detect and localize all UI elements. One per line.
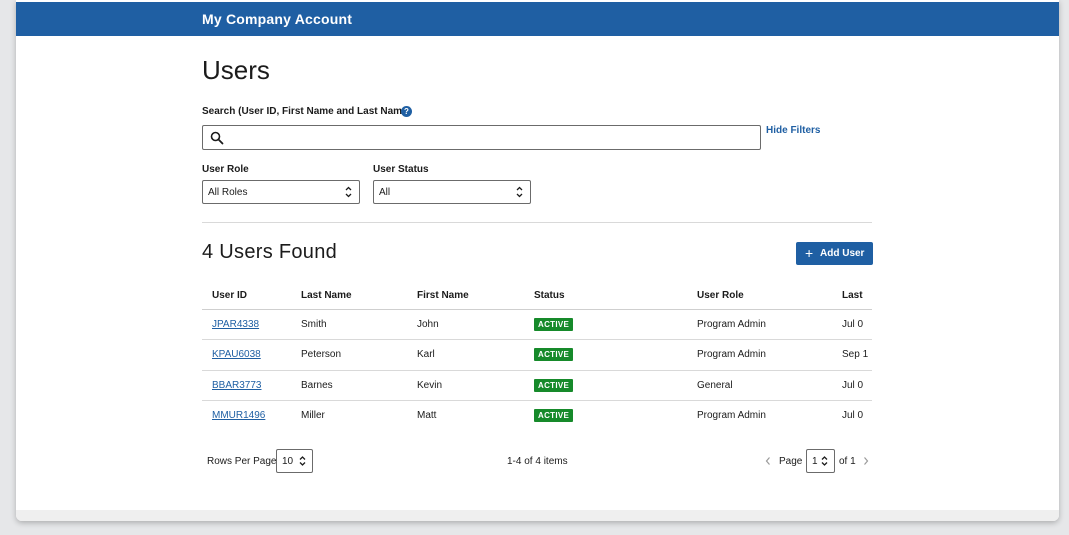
hide-filters-link[interactable]: Hide Filters (766, 125, 820, 136)
user-id-link[interactable]: MMUR1496 (212, 410, 265, 421)
user-role-selected: All Roles (208, 187, 248, 198)
table-row: MMUR1496 Miller Matt ACTIVE Program Admi… (202, 400, 872, 431)
search-icon (210, 131, 224, 145)
table-row: BBAR3773 Barnes Kevin ACTIVE General Jul… (202, 370, 872, 401)
first-name-cell: John (417, 309, 534, 340)
app-window: My Company Account Users Search (User ID… (16, 0, 1059, 521)
select-arrows-icon (345, 186, 352, 198)
users-found-heading: 4 Users Found (202, 241, 338, 263)
last-name-cell: Smith (301, 309, 417, 340)
last-name-cell: Barnes (301, 370, 417, 401)
plus-icon: + (805, 245, 814, 261)
rows-per-page-label: Rows Per Page (207, 456, 277, 467)
user-status-label: User Status (373, 164, 429, 175)
column-header-status[interactable]: Status (534, 283, 697, 310)
user-role-cell: Program Admin (697, 309, 842, 340)
company-account-title: My Company Account (202, 11, 353, 27)
column-header-user-id[interactable]: User ID (202, 283, 301, 310)
page-select[interactable]: 1 (806, 449, 835, 473)
user-role-cell: Program Admin (697, 339, 842, 371)
status-badge: ACTIVE (534, 348, 574, 362)
table-row: KPAU6038 Peterson Karl ACTIVE Program Ad… (202, 339, 872, 371)
window-footer (16, 510, 1059, 521)
table-header-row: User ID Last Name First Name Status User… (202, 283, 872, 310)
rows-per-page-select[interactable]: 10 (276, 449, 313, 473)
user-status-select[interactable]: All (373, 180, 531, 204)
user-id-link[interactable]: BBAR3773 (212, 380, 261, 391)
status-badge: ACTIVE (534, 317, 574, 331)
table-row: JPAR4338 Smith John ACTIVE Program Admin… (202, 309, 872, 340)
search-label: Search (User ID, First Name and Last Nam… (202, 106, 411, 117)
items-summary: 1-4 of 4 items (507, 456, 568, 467)
last-login-cell: Jul 0 (842, 309, 872, 340)
add-user-button[interactable]: + Add User (796, 242, 873, 265)
first-name-cell: Karl (417, 339, 534, 371)
current-page-value: 1 (812, 456, 818, 467)
user-status-selected: All (379, 187, 391, 198)
column-header-user-role[interactable]: User Role (697, 283, 842, 310)
chevron-right-icon[interactable] (862, 456, 870, 466)
chevron-left-icon[interactable] (764, 456, 772, 466)
last-name-cell: Miller (301, 400, 417, 431)
status-badge: ACTIVE (534, 409, 574, 423)
user-role-cell: General (697, 370, 842, 401)
first-name-cell: Matt (417, 400, 534, 431)
add-user-label: Add User (820, 248, 865, 259)
search-input[interactable] (229, 128, 754, 147)
rows-per-page-value: 10 (282, 456, 294, 467)
column-header-last-name[interactable]: Last Name (301, 283, 417, 310)
user-id-link[interactable]: JPAR4338 (212, 319, 259, 330)
user-role-select[interactable]: All Roles (202, 180, 360, 204)
last-login-cell: Sep 1 (842, 339, 872, 371)
page-total: of 1 (839, 456, 856, 467)
last-login-cell: Jul 0 (842, 370, 872, 401)
user-id-link[interactable]: KPAU6038 (212, 349, 261, 360)
section-divider (202, 222, 872, 223)
first-name-cell: Kevin (417, 370, 534, 401)
users-table: User ID Last Name First Name Status User… (202, 283, 872, 431)
top-header-bar: My Company Account (16, 2, 1059, 36)
select-arrows-icon (299, 456, 306, 466)
status-badge: ACTIVE (534, 378, 574, 392)
column-header-last-login[interactable]: Last (842, 283, 872, 310)
user-role-cell: Program Admin (697, 400, 842, 431)
page-label: Page (779, 456, 803, 467)
last-name-cell: Peterson (301, 339, 417, 371)
select-arrows-icon (821, 456, 828, 466)
help-icon[interactable]: ? (401, 106, 412, 117)
select-arrows-icon (516, 186, 523, 198)
user-role-label: User Role (202, 164, 249, 175)
last-login-cell: Jul 0 (842, 400, 872, 431)
users-table-container: User ID Last Name First Name Status User… (202, 283, 872, 431)
page-title: Users (202, 55, 270, 85)
search-field[interactable] (202, 125, 761, 150)
column-header-first-name[interactable]: First Name (417, 283, 534, 310)
